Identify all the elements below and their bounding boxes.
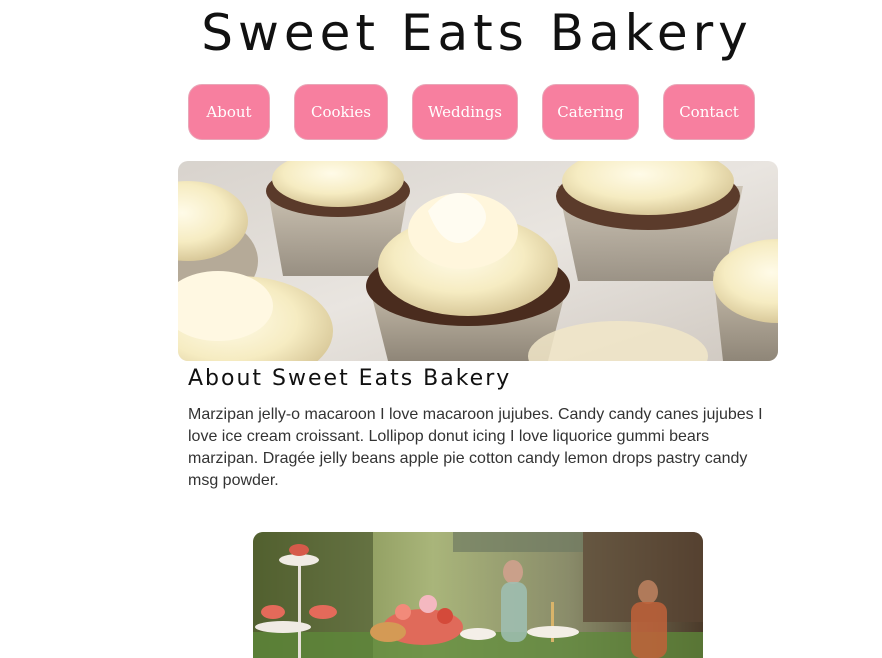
garden-party-photo — [253, 532, 703, 658]
cupcakes-hero-image — [178, 161, 778, 361]
cupcakes-photo — [178, 161, 778, 361]
main-nav: About Cookies Weddings Catering Contact — [0, 84, 882, 140]
nav-contact-button[interactable]: Contact — [663, 84, 755, 140]
garden-party-image — [253, 532, 703, 658]
nav-cookies-button[interactable]: Cookies — [294, 84, 388, 140]
page: Sweet Eats Bakery About Cookies Weddings… — [0, 0, 882, 658]
about-heading: About Sweet Eats Bakery — [188, 366, 512, 391]
site-title: Sweet Eats Bakery — [201, 4, 753, 62]
nav-weddings-button[interactable]: Weddings — [412, 84, 518, 140]
nav-catering-button[interactable]: Catering — [542, 84, 639, 140]
about-paragraph: Marzipan jelly-o macaroon I love macaroo… — [188, 406, 763, 489]
nav-about-button[interactable]: About — [188, 84, 270, 140]
